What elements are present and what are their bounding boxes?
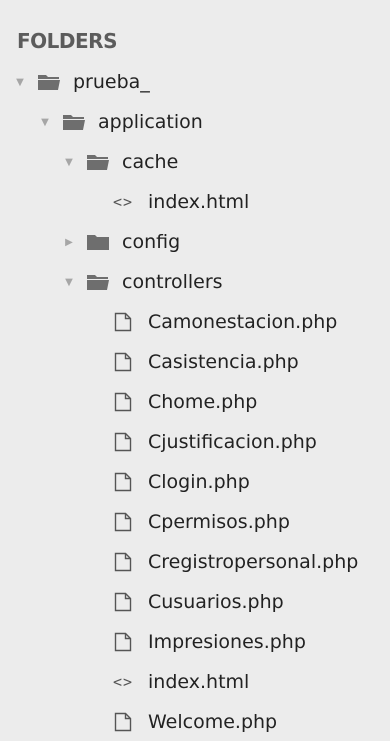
folder-closed-icon [86, 233, 110, 251]
tree-item-index-html[interactable]: <> index.html [0, 662, 390, 702]
tree-item-prueba[interactable]: ▼ prueba_ [0, 62, 390, 102]
tree-item-label: Cpermisos.php [148, 511, 290, 533]
tree-item-file[interactable]: Cpermisos.php [0, 502, 390, 542]
tree-item-label: cache [122, 151, 179, 173]
tree-item-file[interactable]: Cregistropersonal.php [0, 542, 390, 582]
tree-item-label: Cregistropersonal.php [148, 551, 359, 573]
file-icon [112, 312, 134, 332]
tree-item-label: prueba_ [73, 71, 150, 93]
tree-item-label: Cjustificacion.php [148, 431, 317, 453]
tree-item-file[interactable]: Casistencia.php [0, 342, 390, 382]
folder-open-icon [86, 273, 110, 291]
tree-item-label: Impresiones.php [148, 631, 306, 653]
file-icon [112, 552, 134, 572]
file-icon [112, 712, 134, 732]
chevron-down-icon[interactable]: ▼ [12, 77, 28, 88]
file-icon [112, 432, 134, 452]
folder-open-icon [62, 113, 86, 131]
tree-item-label: Clogin.php [148, 471, 250, 493]
tree-item-file[interactable]: Cjustificacion.php [0, 422, 390, 462]
tree-item-label: Welcome.php [148, 711, 278, 733]
tree-item-file[interactable]: Cusuarios.php [0, 582, 390, 622]
file-icon [112, 632, 134, 652]
tree-item-label: Chome.php [148, 391, 258, 413]
chevron-down-icon[interactable]: ▼ [61, 277, 77, 288]
tree-item-label: application [98, 111, 203, 133]
folder-open-icon [37, 73, 61, 91]
tree-item-cache[interactable]: ▼ cache [0, 142, 390, 182]
chevron-right-icon[interactable]: ▶ [61, 237, 77, 248]
sidebar-panel: FOLDERS ▼ prueba_ ▼ application ▼ cache … [0, 0, 390, 741]
folder-open-icon [86, 153, 110, 171]
tree-item-file[interactable]: Clogin.php [0, 462, 390, 502]
file-icon [112, 392, 134, 412]
file-icon [112, 592, 134, 612]
tree-item-label: controllers [122, 271, 223, 293]
tree-item-config[interactable]: ▶ config [0, 222, 390, 262]
tree-item-cache-index-html[interactable]: <> index.html [0, 182, 390, 222]
file-icon [112, 472, 134, 492]
file-icon [112, 512, 134, 532]
tree-item-file[interactable]: Chome.php [0, 382, 390, 422]
tree-item-label: Camonestacion.php [148, 311, 338, 333]
code-icon: <> [112, 673, 134, 691]
chevron-down-icon[interactable]: ▼ [61, 157, 77, 168]
chevron-down-icon[interactable]: ▼ [37, 117, 53, 128]
tree-item-label: index.html [148, 671, 250, 693]
tree-item-file[interactable]: Camonestacion.php [0, 302, 390, 342]
tree-item-file[interactable]: Impresiones.php [0, 622, 390, 662]
code-icon: <> [112, 193, 134, 211]
sidebar-title: FOLDERS [17, 29, 117, 53]
tree-item-application[interactable]: ▼ application [0, 102, 390, 142]
file-icon [112, 352, 134, 372]
tree-item-label: Cusuarios.php [148, 591, 284, 613]
tree-item-label: config [122, 231, 181, 253]
tree-item-label: Casistencia.php [148, 351, 299, 373]
tree-item-file[interactable]: Welcome.php [0, 702, 390, 741]
tree-item-controllers[interactable]: ▼ controllers [0, 262, 390, 302]
tree-item-label: index.html [148, 191, 250, 213]
